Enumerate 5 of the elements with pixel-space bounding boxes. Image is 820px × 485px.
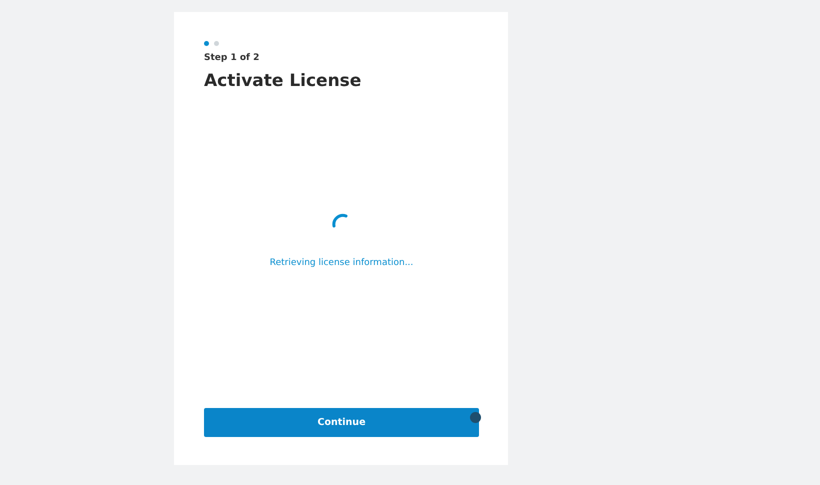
continue-button[interactable]: Continue (204, 408, 479, 437)
loading-message: Retrieving license information... (270, 258, 414, 268)
dialog-title: Activate License (204, 71, 362, 91)
step-label: Step 1 of 2 (204, 53, 260, 63)
cursor-dot-icon (470, 412, 481, 423)
